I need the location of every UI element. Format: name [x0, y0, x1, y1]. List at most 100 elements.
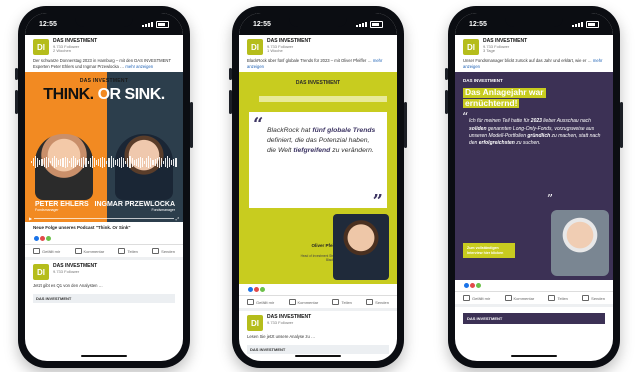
- podcast-graphic[interactable]: DAS INVESTMENT THINK. OR SINK. PETER EHL…: [25, 72, 183, 223]
- waveform-bar: [66, 157, 68, 167]
- company-logo[interactable]: DI: [33, 39, 49, 55]
- status-time: 12:55: [469, 20, 487, 28]
- post2-banner[interactable]: DAS INVESTMENT: [33, 294, 175, 304]
- waveform-bar: [102, 156, 104, 168]
- company-logo[interactable]: DI: [463, 39, 479, 55]
- waveform-bar: [156, 157, 158, 167]
- send-button[interactable]: Senden: [582, 295, 605, 302]
- waveform-bar: [173, 158, 175, 167]
- brand-label: DAS INVESTMENT: [463, 78, 503, 84]
- waveform-bar: [127, 158, 129, 167]
- post-body: BlackRock über fünf globale Trends für 2…: [247, 58, 372, 63]
- quote-graphic[interactable]: DAS INVESTMENT “ BlackRock hat fünf glob…: [239, 72, 397, 285]
- brand-label: DAS INVESTMENT: [295, 80, 341, 87]
- home-indicator: [81, 355, 127, 357]
- brand-label: DAS INVESTMENT: [79, 78, 129, 85]
- waveform-bar: [171, 159, 173, 165]
- host-role-2: Fondsmanager: [151, 207, 175, 212]
- waveform-bar: [154, 158, 156, 167]
- waveform-bar: [81, 157, 83, 167]
- interview-cta-button[interactable]: Zum vollständigen Interview hier klicken: [463, 243, 515, 259]
- reactions-row[interactable]: [239, 284, 397, 295]
- waveform-bar: [70, 158, 72, 167]
- post2-banner[interactable]: DAS INVESTMENT: [463, 313, 605, 325]
- headline: Das Anlagejahr war ernüchternd!: [463, 87, 546, 109]
- send-button[interactable]: Senden: [152, 248, 175, 255]
- post2-banner[interactable]: DAS INVESTMENT: [247, 345, 389, 355]
- waveform-bar: [91, 156, 93, 169]
- phone-screen: 12:55 DI DAS INVESTMENT 9.733 Follower 3…: [455, 13, 613, 361]
- waveform-bar: [68, 161, 70, 164]
- post-text: Unser Fondsmanager blickt zurück auf das…: [455, 57, 613, 72]
- company-logo[interactable]: DI: [247, 315, 263, 332]
- company-logo[interactable]: DI: [247, 39, 263, 55]
- signal-icon: [142, 21, 153, 27]
- waveform-bar: [79, 158, 81, 166]
- post-header-2: DI DAS INVESTMENT 9.733 Follower: [239, 311, 397, 333]
- status-bar: 12:55: [239, 13, 397, 35]
- host-name-2-text: INGMAR PRZEWLOCKA: [94, 200, 176, 208]
- waveform-bar: [110, 156, 112, 169]
- post-header: DI DAS INVESTMENT 9.733 Follower 3 Tage: [455, 35, 613, 57]
- signal-icon: [356, 21, 367, 27]
- share-button[interactable]: Teilen: [332, 299, 352, 306]
- reaction-icons: [463, 282, 482, 290]
- podcast-title: THINK. OR SINK.: [25, 86, 183, 104]
- waveform-bar: [89, 158, 91, 167]
- status-time: 12:55: [39, 20, 57, 28]
- post-text: Der schwarze Donnerstag 2023 in Hamburg …: [25, 57, 183, 72]
- waveform-bar: [167, 156, 169, 169]
- waveform-bar: [121, 156, 123, 168]
- waveform-bar: [135, 158, 137, 167]
- comment-button[interactable]: Kommentar: [288, 299, 318, 306]
- waveform-bar: [152, 159, 154, 165]
- waveform-bar: [64, 156, 66, 168]
- close-quote-icon: ”: [372, 191, 383, 213]
- see-more-link[interactable]: mehr anzeigen: [125, 64, 153, 69]
- post-text-2: Jetzt gibt es Q1 von den Analysten …: [33, 283, 103, 289]
- waveform-bar: [56, 157, 58, 167]
- open-quote-icon: “: [462, 110, 469, 125]
- interview-graphic[interactable]: DAS INVESTMENT Das Anlagejahr war ernüch…: [455, 72, 613, 281]
- waveform-bar: [62, 157, 64, 167]
- waveform-bar: [74, 157, 77, 167]
- headline-line-1: Das Anlagejahr war: [463, 87, 546, 98]
- share-button[interactable]: Teilen: [118, 248, 138, 255]
- waveform-bar: [162, 160, 164, 164]
- share-button[interactable]: Teilen: [548, 295, 568, 302]
- reactions-row[interactable]: [25, 233, 183, 244]
- company-logo[interactable]: DI: [33, 264, 49, 281]
- like-button[interactable]: Gefällt mir: [33, 248, 60, 255]
- comment-button[interactable]: Kommentar: [74, 248, 104, 255]
- title-sink: OR SINK.: [97, 86, 166, 104]
- like-button[interactable]: Gefällt mir: [463, 295, 490, 302]
- comment-button[interactable]: Kommentar: [504, 295, 534, 302]
- phone-screen: 12:55 DI DAS INVESTMENT 9.733 Follower 1…: [239, 13, 397, 361]
- fullscreen-icon[interactable]: ⤢: [176, 216, 179, 221]
- waveform-bar: [146, 157, 148, 167]
- post-age: 3 Tage: [483, 48, 495, 54]
- host-name-1: PETER EHLERS Fondsmanager: [35, 201, 89, 213]
- waveform-bar: [118, 157, 121, 167]
- battery-icon: [156, 20, 169, 28]
- audio-player-bar[interactable]: ▶ ⤢: [29, 216, 179, 221]
- post-header: DI DAS INVESTMENT 9.733 Follower 2 Woche…: [25, 35, 183, 57]
- waveform-bar: [33, 158, 35, 167]
- send-button[interactable]: Senden: [366, 299, 389, 306]
- headline-line-2: ernüchternd!: [463, 97, 520, 109]
- action-bar: Gefällt mir Kommentar Teilen Senden: [25, 244, 183, 257]
- waveform-bar: [45, 156, 47, 168]
- waveform-bar: [131, 158, 133, 167]
- waveform-bar: [125, 161, 127, 164]
- play-icon[interactable]: ▶: [29, 216, 32, 221]
- post-age: 2 Wochen: [53, 48, 71, 54]
- post-age: 1 Woche: [267, 48, 283, 54]
- host-role-1: Fondsmanager: [35, 207, 59, 212]
- follower-count: 9.733 Follower: [53, 269, 80, 275]
- speaker-photo: [333, 214, 389, 281]
- like-button[interactable]: Gefällt mir: [247, 299, 274, 306]
- waveform-bar: [83, 156, 85, 168]
- waveform-bar: [54, 156, 56, 169]
- reactions-row[interactable]: [455, 280, 613, 291]
- waveform-bar: [175, 157, 177, 168]
